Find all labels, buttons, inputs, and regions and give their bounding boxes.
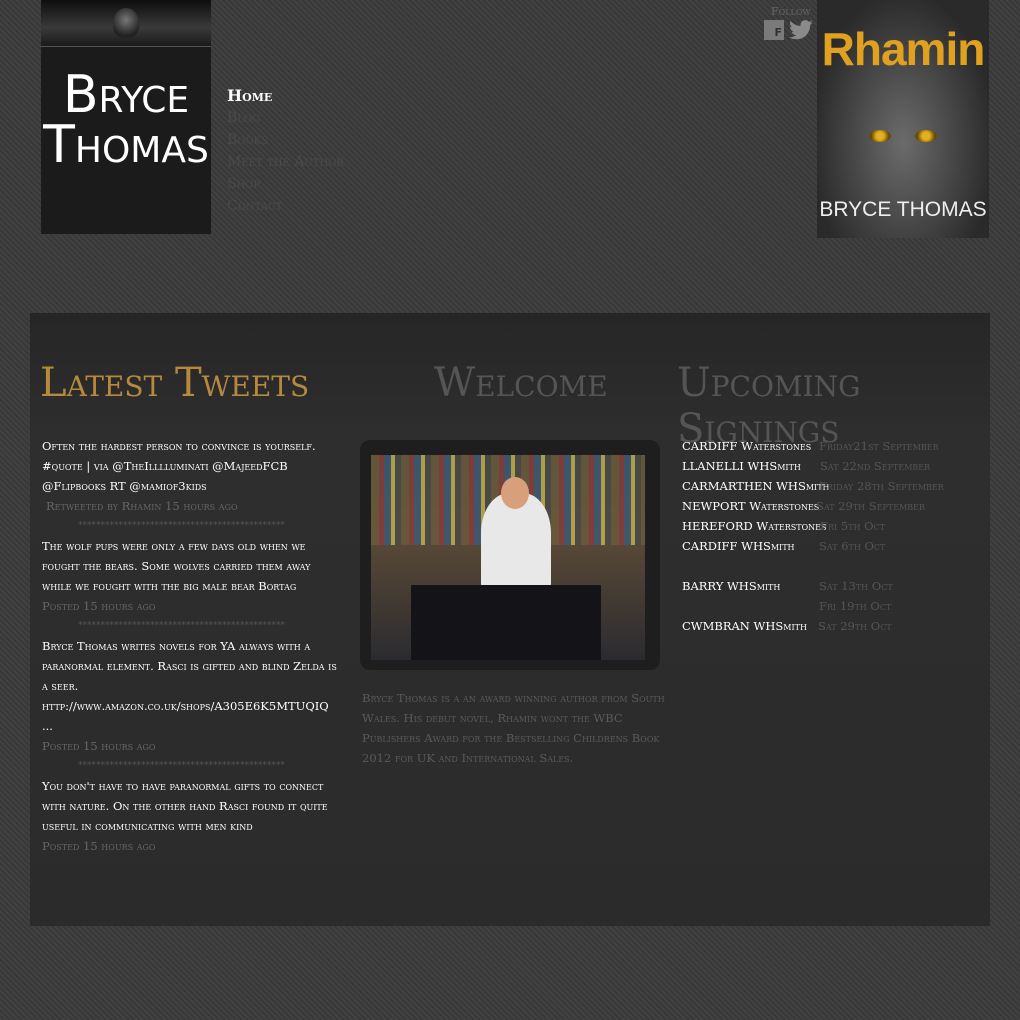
welcome-photo-frame — [360, 440, 660, 670]
logo-text: Bryce Thomas — [41, 65, 211, 175]
wolf-eye-right — [915, 130, 937, 142]
signing-row: CARMARTHEN WHSmith Friday 28th September — [682, 476, 982, 496]
tweet-text[interactable]: You don't have to have paranormal gifts … — [42, 776, 342, 836]
logo-wolf-banner — [41, 0, 211, 47]
tweet-meta[interactable]: Posted 15 hours ago — [42, 836, 342, 856]
signing-location: CARDIFF Waterstones — [682, 439, 812, 453]
signing-row: CWMBRAN WHSmith Sat 29th Oct — [682, 616, 982, 636]
signings-list: CARDIFF Waterstones Friday21st September … — [682, 436, 982, 636]
signing-row: CARDIFF WHSmith Sat 6th Oct — [682, 536, 982, 556]
signing-date: Fri 19th Oct — [819, 599, 892, 613]
signing-location: NEWPORT Waterstones — [682, 499, 820, 513]
signing-date: Friday21st September — [819, 439, 939, 453]
book-cover-title: Rhamin — [821, 23, 986, 75]
book-cover-author: BRYCE THOMAS — [819, 198, 987, 221]
signing-row: HEREFORD Waterstones Fri 5th Oct — [682, 516, 982, 536]
signing-location: HEREFORD Waterstones — [682, 519, 827, 533]
signing-date: Sat 29th September — [816, 499, 926, 513]
tweet-item: Often the hardest person to convince is … — [42, 436, 342, 516]
nav-item-shop[interactable]: Shop — [227, 173, 344, 195]
welcome-text: Bryce Thomas is a an award winning autho… — [362, 691, 665, 765]
site-logo[interactable]: Bryce Thomas — [41, 0, 211, 234]
main-nav: Home Blog Books Meet the Author Shop Con… — [227, 85, 344, 217]
tweet-item: You don't have to have paranormal gifts … — [42, 776, 342, 856]
nav-item-contact[interactable]: Contact — [227, 195, 344, 217]
signing-location: CARDIFF WHSmith — [682, 539, 795, 553]
tweet-separator: ****************************************… — [78, 761, 285, 771]
follow-label: Follow — [771, 5, 811, 18]
signing-location: BARRY WHSmith — [682, 579, 781, 593]
signing-date: Sat 22nd September — [820, 459, 931, 473]
logo-line-2: Thomas — [43, 115, 209, 175]
welcome-heading: Welcome — [434, 360, 608, 406]
tweet-text[interactable]: Often the hardest person to convince is … — [42, 436, 342, 496]
wolf-eye-left — [869, 130, 891, 142]
signing-date: Sat 6th Oct — [819, 539, 886, 553]
signing-date: Friday 28th September — [819, 479, 944, 493]
author-signing-photo[interactable] — [371, 455, 645, 660]
nav-item-meet-the-author[interactable]: Meet the Author — [227, 151, 344, 173]
signing-row: Fri 19th Oct — [682, 596, 982, 616]
book-cover-image[interactable]: Rhamin BRYCE THOMAS — [817, 0, 989, 238]
tweet-text[interactable]: Bryce Thomas writes novels for YA always… — [42, 636, 342, 736]
twitter-icon[interactable] — [789, 19, 813, 41]
tweet-text[interactable]: The wolf pups were only a few days old w… — [42, 536, 342, 596]
signing-row: CARDIFF Waterstones Friday21st September — [682, 436, 982, 456]
signing-row — [682, 556, 982, 576]
nav-item-blog[interactable]: Blog — [227, 107, 344, 129]
tweet-item: Bryce Thomas writes novels for YA always… — [42, 636, 342, 756]
nav-item-books[interactable]: Books — [227, 129, 344, 151]
tweet-separator: ****************************************… — [78, 621, 285, 631]
signing-date: Fri 5th Oct — [820, 519, 885, 533]
signing-row: NEWPORT Waterstones Sat 29th September — [682, 496, 982, 516]
signing-location: CWMBRAN WHSmith — [682, 619, 807, 633]
latest-tweets-heading: Latest Tweets — [40, 360, 310, 406]
signing-date: Sat 29th Oct — [818, 619, 892, 633]
signing-location: CARMARTHEN WHSmith — [682, 479, 830, 493]
signing-row: BARRY WHSmith Sat 13th Oct — [682, 576, 982, 596]
tweet-meta[interactable]: Posted 15 hours ago — [42, 596, 342, 616]
nav-item-home[interactable]: Home — [227, 85, 344, 107]
tweets-list: Often the hardest person to convince is … — [42, 436, 342, 856]
facebook-icon[interactable]: f — [764, 20, 784, 40]
logo-line-1: Bryce — [62, 65, 190, 125]
tweet-meta[interactable]: Retweeted by Rhamin 15 hours ago — [42, 496, 342, 516]
tweet-separator: ****************************************… — [78, 521, 285, 531]
signing-row: LLANELLI WHSmith Sat 22nd September — [682, 456, 982, 476]
signing-location: LLANELLI WHSmith — [682, 459, 801, 473]
tweet-item: The wolf pups were only a few days old w… — [42, 536, 342, 616]
signing-date: Sat 13th Oct — [819, 579, 893, 593]
tweet-meta[interactable]: Posted 15 hours ago — [42, 736, 342, 756]
